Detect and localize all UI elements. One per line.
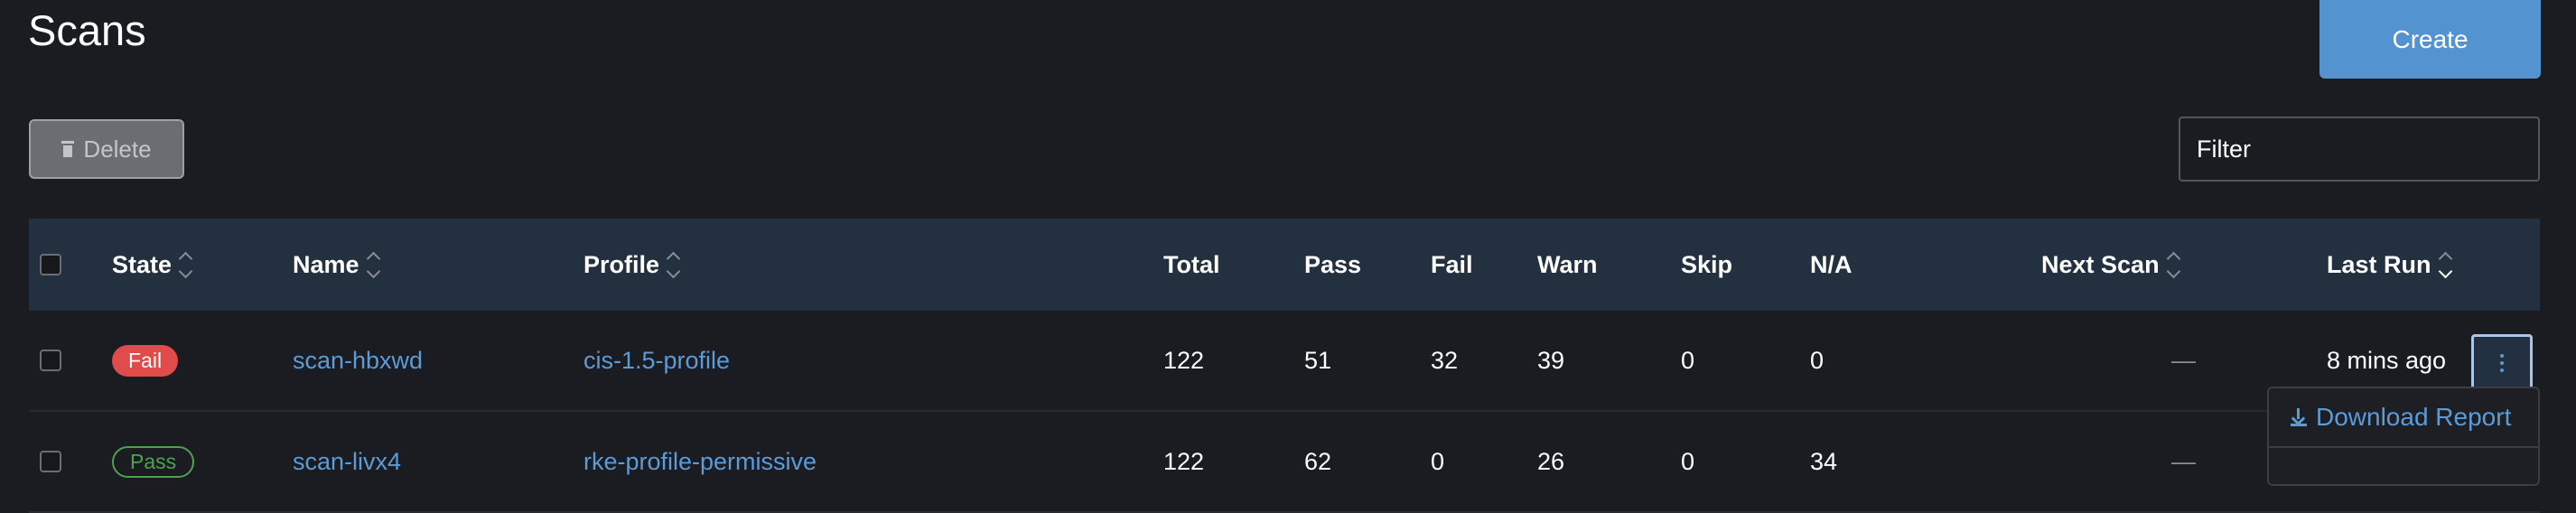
column-header-na: N/A — [1810, 250, 1853, 278]
page-title: Scans — [28, 6, 146, 54]
column-header-profile[interactable]: Profile — [583, 219, 681, 311]
fail-value: 32 — [1431, 346, 1459, 374]
column-header-name[interactable]: Name — [293, 219, 380, 311]
status-badge: Fail — [112, 344, 179, 377]
scan-name-link[interactable]: scan-livx4 — [293, 412, 401, 511]
row-actions-menu: Download Report — [2267, 387, 2540, 486]
sort-icon — [666, 251, 681, 278]
column-header-skip: Skip — [1681, 250, 1733, 278]
column-header-next-scan[interactable]: Next Scan — [2041, 219, 2180, 311]
profile-link[interactable]: rke-profile-permissive — [583, 412, 817, 511]
delete-button[interactable]: Delete — [29, 119, 184, 179]
warn-value: 26 — [1537, 447, 1565, 475]
pass-value: 62 — [1304, 447, 1332, 475]
filter-input[interactable] — [2179, 117, 2540, 182]
delete-label: Delete — [83, 135, 152, 163]
warn-value: 39 — [1537, 346, 1565, 374]
next-scan-value: — — [2171, 346, 2196, 374]
table-header: State Name Profile Total Pass Fail Warn … — [29, 219, 2540, 311]
column-header-warn: Warn — [1537, 250, 1598, 278]
sort-icon — [366, 251, 380, 278]
column-header-state[interactable]: State — [112, 219, 193, 311]
total-value: 122 — [1163, 447, 1205, 475]
profile-link[interactable]: cis-1.5-profile — [583, 311, 730, 410]
download-report-menu-item[interactable]: Download Report — [2269, 388, 2538, 448]
row-actions-button[interactable] — [2471, 334, 2533, 392]
column-header-total: Total — [1163, 250, 1220, 278]
download-icon — [2291, 408, 2307, 426]
sort-icon — [2166, 251, 2180, 278]
download-report-label: Download Report — [2316, 403, 2512, 431]
fail-value: 0 — [1431, 447, 1445, 475]
scan-name-link[interactable]: scan-hbxwd — [293, 311, 423, 410]
kebab-icon — [2500, 354, 2504, 372]
table-row: Pass scan-livx4 rke-profile-permissive 1… — [29, 412, 2540, 513]
skip-value: 0 — [1681, 447, 1695, 475]
column-header-last-run[interactable]: Last Run — [2327, 219, 2452, 311]
table-row: Fail scan-hbxwd cis-1.5-profile 122 51 3… — [29, 311, 2540, 412]
sort-icon — [178, 251, 193, 278]
na-value: 34 — [1810, 447, 1838, 475]
skip-value: 0 — [1681, 346, 1695, 374]
column-header-fail: Fail — [1431, 250, 1473, 278]
status-badge: Pass — [112, 445, 195, 478]
na-value: 0 — [1810, 346, 1825, 374]
next-scan-value: — — [2171, 447, 2196, 475]
sort-icon — [2438, 251, 2452, 278]
total-value: 122 — [1163, 346, 1205, 374]
column-header-pass: Pass — [1304, 250, 1362, 278]
row-checkbox[interactable] — [40, 451, 61, 472]
select-all-checkbox[interactable] — [40, 254, 61, 275]
trash-icon — [61, 141, 75, 157]
row-checkbox[interactable] — [40, 350, 61, 371]
create-button[interactable]: Create — [2319, 0, 2541, 79]
pass-value: 51 — [1304, 346, 1332, 374]
